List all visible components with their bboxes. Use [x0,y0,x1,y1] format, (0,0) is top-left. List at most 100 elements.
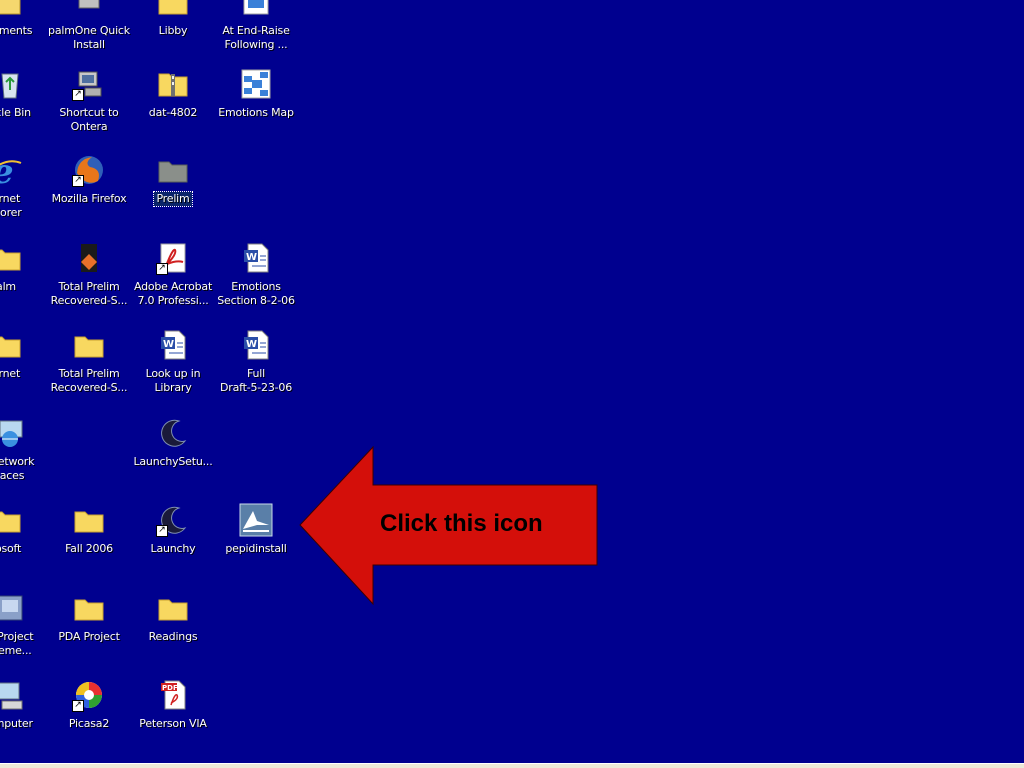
desktop-icon-microsoft[interactable]: rosoft [0,502,48,586]
folder-documents-icon [0,0,24,20]
document-orange-icon [71,240,107,276]
icon-label: ocuments [0,24,33,37]
desktop-icon-peterson-via[interactable]: PDF Peterson VIA [131,677,215,761]
desktop-icon-picasa2[interactable]: ↗ Picasa2 [47,677,131,761]
desktop-icon-internet[interactable]: ernet [0,327,48,411]
desktop-icon-emotions-map[interactable]: Emotions Map [214,66,298,150]
firefox-icon: ↗ [71,152,107,188]
desktop-icon-shortcut-to-ontera[interactable]: ↗ Shortcut to Ontera [47,66,131,150]
folder-icon [155,0,191,20]
svg-text:W: W [246,339,257,350]
desktop-icon-palm[interactable]: alm [0,240,48,324]
folder-icon [0,240,24,276]
folder-icon [71,590,107,626]
desktop-icon-prelim[interactable]: Prelim [131,152,215,236]
icon-label: Total Prelim Recovered-S... [50,280,128,307]
acrobat-icon: ↗ [155,240,191,276]
desktop-icon-total-prelim-recovered-2[interactable]: Total Prelim Recovered-S... [47,327,131,411]
network-places-icon [0,415,30,451]
icon-label: Libby [158,24,188,37]
folder-icon [71,502,107,538]
desktop-icon-pda-project-elements[interactable]: A Project Eleme... [0,590,52,674]
desktop-icon-launchy-setup[interactable]: LaunchySetu... [131,415,215,499]
icon-label: Fall 2006 [65,542,113,555]
desktop-icon-network-places[interactable]: Network aces [0,415,54,499]
desktop-icon-total-prelim-recovered-1[interactable]: Total Prelim Recovered-S... [47,240,131,324]
network-computer-icon: ↗ [71,66,107,102]
icon-label: omputer [0,717,33,730]
taskbar-edge [0,763,1024,768]
desktop-icon-palmone-quick-install[interactable]: palmOne Quick Install [47,0,131,68]
icon-label: PDA Project [58,630,120,643]
svg-text:PDF: PDF [162,684,178,692]
desktop-icon-mozilla-firefox[interactable]: ↗ Mozilla Firefox [47,152,131,236]
icon-label: At End-Raise Following ... [222,24,290,51]
folder-icon [155,590,191,626]
desktop-icon-pepidinstall[interactable]: pepidinstall [214,502,298,586]
pdf-icon: PDF [155,677,191,713]
desktop-icon-full-draft[interactable]: W Full Draft-5-23-06 [214,327,298,411]
desktop-icon-emotions-section[interactable]: W Emotions Section 8-2-06 [214,240,298,324]
icon-label: palmOne Quick Install [48,24,130,51]
shortcut-arrow-icon: ↗ [72,175,84,187]
callout-arrow: Click this icon [298,445,598,606]
icon-label: ernet plorer [0,192,22,219]
pda-app-icon [0,590,28,626]
icon-label: Picasa2 [68,717,110,730]
icon-label: Emotions Map [218,106,294,119]
desktop-icon-libby[interactable]: Libby [131,0,215,68]
icon-label: Adobe Acrobat 7.0 Professi... [133,280,213,307]
icon-label: Peterson VIA [139,717,207,730]
svg-text:W: W [163,339,174,350]
icon-label: Shortcut to Ontera [59,106,119,133]
icon-label: ycle Bin [0,106,31,119]
icon-label: Look up in Library [145,367,201,394]
desktop-icon-at-end-raise[interactable]: At End-Raise Following ... [214,0,298,68]
svg-text:W: W [246,252,257,263]
folder-icon [0,502,24,538]
launchy-icon [155,415,191,451]
icon-label: dat-4802 [148,106,198,119]
folder-grey-icon [155,152,191,188]
recycle-bin-icon [0,66,28,102]
shortcut-arrow-icon: ↗ [72,700,84,712]
desktop[interactable]: ocuments ycle Bin e ernet plorer alm ern… [0,0,1024,768]
icon-label: A Project Eleme... [0,630,34,657]
desktop-icon-my-documents[interactable]: ocuments [0,0,48,68]
desktop-icon-fall-2006[interactable]: Fall 2006 [47,502,131,586]
icon-label: Prelim [153,191,193,207]
mindmap-icon [238,66,274,102]
desktop-icon-recycle-bin[interactable]: ycle Bin [0,66,52,150]
desktop-icon-my-computer[interactable]: omputer [0,677,52,761]
icon-label: rosoft [0,542,22,555]
folder-icon [71,327,107,363]
icon-label: alm [0,280,16,293]
internet-explorer-icon: e [0,152,24,188]
desktop-icon-look-up-in-library[interactable]: W Look up in Library [131,327,215,411]
shortcut-arrow-icon: ↗ [156,525,168,537]
icon-label: Mozilla Firefox [51,192,127,205]
callout-text: Click this icon [380,510,543,537]
launchy-icon: ↗ [155,502,191,538]
word-document-icon: W [238,240,274,276]
icon-label: Readings [148,630,198,643]
icon-label: Emotions Section 8-2-06 [217,280,295,307]
icon-label: pepidinstall [225,542,287,555]
icon-label: Network aces [0,455,35,482]
desktop-icon-dat-4802[interactable]: dat-4802 [131,66,215,150]
desktop-icon-internet-explorer[interactable]: e ernet plorer [0,152,48,236]
desktop-icon-pda-project[interactable]: PDA Project [47,590,131,674]
shortcut-arrow-icon: ↗ [72,89,84,101]
desktop-icon-readings[interactable]: Readings [131,590,215,674]
picasa-icon: ↗ [71,677,107,713]
word-document-icon: W [238,327,274,363]
pepid-install-icon [238,502,274,538]
icon-label: LaunchySetu... [133,455,213,468]
icon-label: Launchy [150,542,196,555]
mindmap-icon [238,0,274,20]
svg-text:e: e [0,153,14,187]
desktop-icon-adobe-acrobat[interactable]: ↗ Adobe Acrobat 7.0 Professi... [131,240,215,324]
zip-folder-icon [155,66,191,102]
desktop-icon-launchy[interactable]: ↗ Launchy [131,502,215,586]
my-computer-icon [0,677,28,713]
